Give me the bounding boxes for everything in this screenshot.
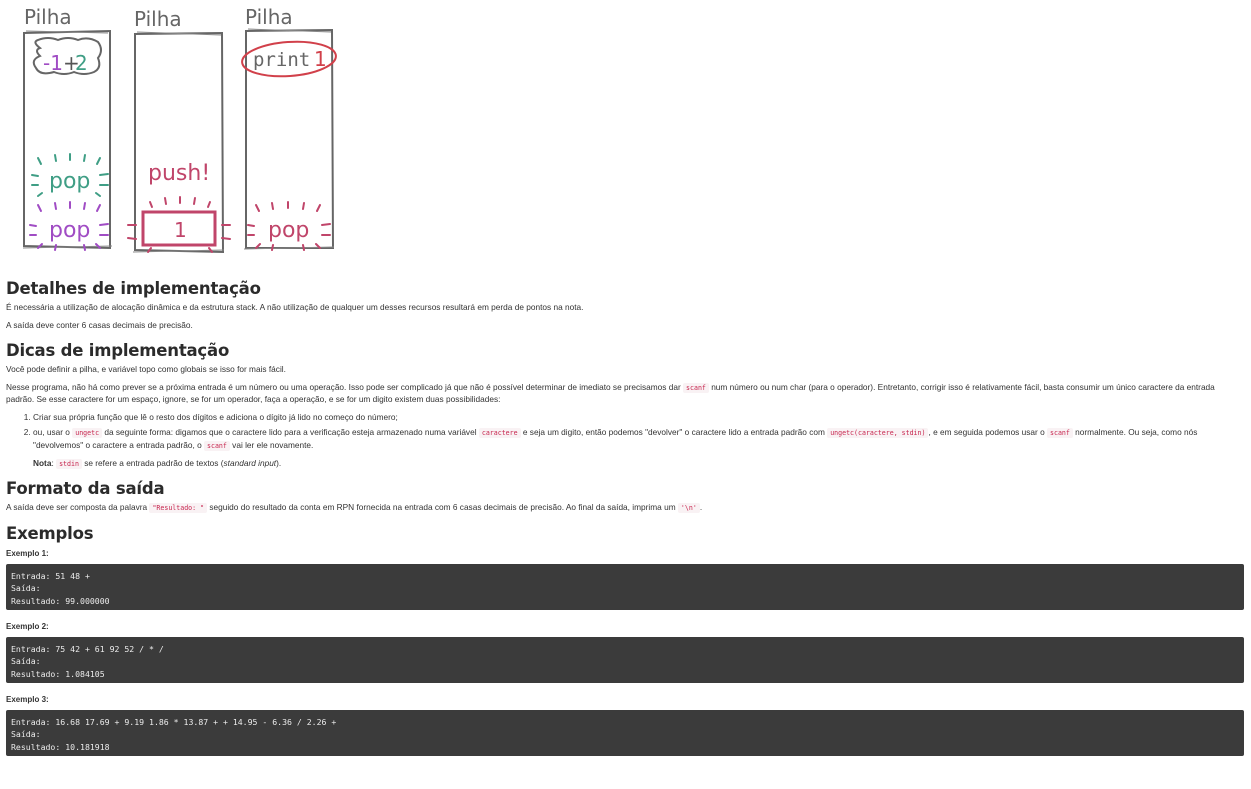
stack-column-3: Pilha print 1 pop: [241, 5, 337, 251]
cloud-operand-a: -1: [43, 51, 63, 75]
stack-diagram: Pilha -1 + 2 pop pop Pilha push! 1 Pilha…: [22, 5, 337, 254]
heading-exemplos: Exemplos: [6, 524, 94, 543]
heading-formato: Formato da saída: [6, 478, 165, 498]
formato-paragraph: A saída deve ser composta da palavra "Re…: [6, 501, 703, 513]
example-label: Exemplo 2:: [6, 622, 49, 631]
stack-column-2: Pilha push! 1: [127, 7, 231, 254]
stack-label-2: Pilha: [134, 7, 182, 31]
example-code-block: Entrada: 75 42 + 61 92 52 / * / Saída: R…: [6, 637, 1244, 683]
example-code-block: Entrada: 16.68 17.69 + 9.19 1.86 * 13.87…: [6, 710, 1244, 756]
section-detalhes: Detalhes de implementação É necessária a…: [6, 279, 1244, 331]
code-scanf: scanf: [683, 382, 709, 393]
section-formato: Formato da saída A saída deve ser compos…: [6, 479, 1244, 515]
cloud-operand-b: 2: [75, 51, 88, 75]
stack-label-1: Pilha: [24, 5, 72, 29]
example-label: Exemplo 3:: [6, 695, 49, 704]
dicas-paragraph-2: Nesse programa, não há como prever se a …: [6, 381, 1215, 405]
stack-column-1: Pilha -1 + 2 pop pop: [22, 5, 113, 251]
list-item: Criar sua própria função que lê o resto …: [33, 412, 1244, 424]
detalhes-paragraph-2: A saída deve conter 6 casas decimais de …: [6, 319, 193, 330]
code-scanf: scanf: [204, 440, 230, 451]
code-resultado: "Resultado: ": [149, 502, 208, 513]
code-ungetc: ungetc: [72, 428, 103, 438]
dicas-paragraph-1: Você pode definir a pilha, e variável to…: [6, 364, 286, 374]
pushed-value: 1: [174, 218, 187, 242]
note: Nota: stdin se refere a entrada padrão d…: [33, 458, 282, 469]
heading-dicas: Dicas de implementação: [6, 341, 230, 360]
content: Detalhes de implementação É necessária a…: [6, 279, 1244, 756]
code-stdin: stdin: [56, 459, 82, 469]
example-label: Exemplo 1:: [6, 549, 49, 558]
print-word: print: [253, 49, 310, 71]
section-exemplos: Exemplos Exemplo 1: Entrada: 51 48 + Saí…: [6, 524, 1244, 756]
page: Pilha -1 + 2 pop pop Pilha push! 1 Pilha…: [0, 0, 1251, 789]
heading-detalhes: Detalhes de implementação: [6, 279, 261, 298]
pop-label-1a: pop: [49, 169, 90, 194]
example-code-block: Entrada: 51 48 + Saída: Resultado: 99.00…: [6, 564, 1244, 610]
code-ungetc-call: ungetc(caractere, stdin): [827, 428, 929, 438]
pop-label-3: pop: [268, 218, 309, 243]
code-scanf: scanf: [1047, 428, 1073, 438]
detalhes-paragraph-1: É necessária a utilização de alocação di…: [6, 302, 584, 312]
pop-label-1b: pop: [49, 218, 90, 243]
code-caractere: caractere: [478, 428, 521, 438]
push-label: push!: [148, 161, 210, 186]
list-item: ou, usar o ungetc da seguinte forma: dig…: [33, 427, 1244, 452]
code-newline: '\n': [677, 502, 700, 513]
print-value: 1: [314, 47, 327, 71]
section-dicas: Dicas de implementação Você pode definir…: [6, 341, 1244, 471]
stack-label-3: Pilha: [245, 5, 293, 29]
dicas-list: Criar sua própria função que lê o resto …: [6, 412, 1244, 453]
